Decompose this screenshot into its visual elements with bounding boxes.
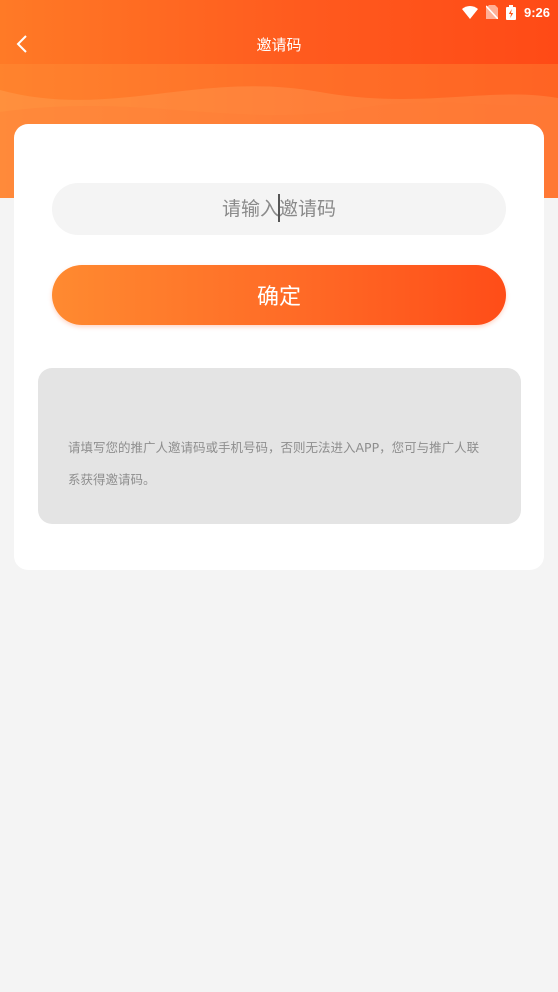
notice-text: 请填写您的推广人邀请码或手机号码，否则无法进入APP，您可与推广人联系获得邀请码… <box>68 440 480 487</box>
page-title: 邀请码 <box>256 35 302 54</box>
invite-code-card: 确定 请填写您的推广人邀请码或手机号码，否则无法进入APP，您可与推广人联系获得… <box>14 124 544 570</box>
battery-charging-icon <box>505 4 516 20</box>
wifi-icon <box>461 5 478 19</box>
confirm-button[interactable]: 确定 <box>52 265 506 325</box>
back-button[interactable] <box>6 28 38 60</box>
no-sim-icon <box>485 5 498 19</box>
status-bar: 9:26 <box>0 0 558 24</box>
nav-bar: 邀请码 <box>0 24 558 64</box>
notice-box: 请填写您的推广人邀请码或手机号码，否则无法进入APP，您可与推广人联系获得邀请码… <box>38 368 521 524</box>
status-time: 9:26 <box>523 4 550 20</box>
chevron-left-icon <box>16 35 27 53</box>
screen: 9:26 邀请码 确定 请填写您的推广人邀请码或手机号码，否则无法进入APP，您… <box>0 0 558 992</box>
text-cursor <box>278 194 280 222</box>
